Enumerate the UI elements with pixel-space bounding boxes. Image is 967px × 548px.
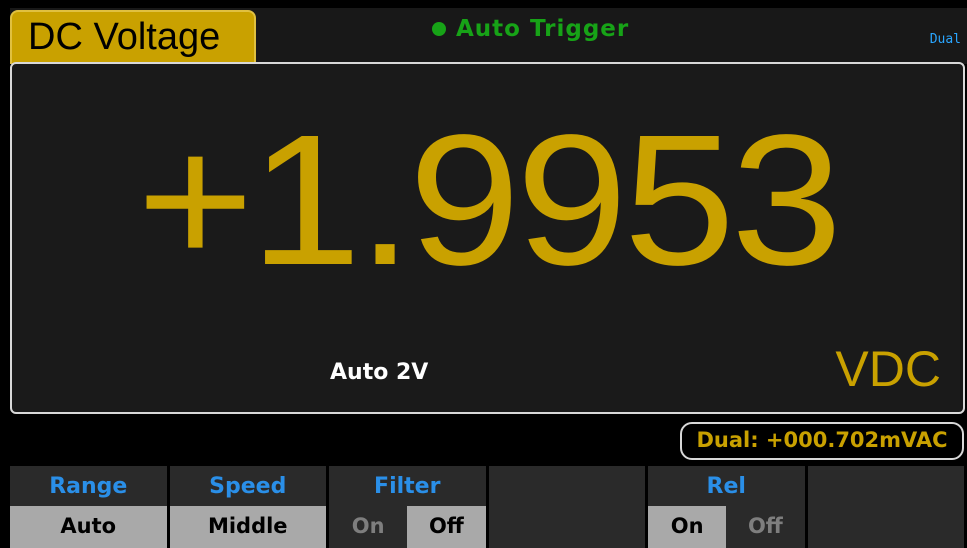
- softkey-empty-6[interactable]: [807, 466, 964, 548]
- filter-toggle[interactable]: On Off: [329, 506, 486, 548]
- softkey-rel[interactable]: Rel On Off: [648, 466, 805, 548]
- function-name: DC Voltage: [28, 16, 221, 58]
- main-display: +1.9953 Auto 2V VDC: [10, 62, 965, 414]
- multimeter-screen: DC Voltage Auto Trigger Dual +1.9953 Aut…: [0, 0, 967, 548]
- softkey-filter-label: Filter: [374, 474, 441, 499]
- measurement-function-tab: DC Voltage: [10, 10, 256, 64]
- rel-off-option[interactable]: Off: [726, 506, 805, 548]
- trigger-label: Auto Trigger: [456, 16, 630, 42]
- trigger-status: Auto Trigger: [432, 14, 629, 44]
- softkey-speed[interactable]: Speed Middle: [169, 466, 326, 548]
- softkey-range-value: Auto: [10, 506, 167, 548]
- rel-on-option[interactable]: On: [648, 506, 727, 548]
- softkey-speed-label: Speed: [209, 474, 287, 499]
- softkey-speed-value: Middle: [169, 506, 326, 548]
- primary-reading: +1.9953: [136, 97, 843, 304]
- softkey-range[interactable]: Range Auto: [10, 466, 167, 548]
- dual-readout-text: Dual: +000.702mVAC: [696, 428, 948, 452]
- rel-toggle[interactable]: On Off: [648, 506, 805, 548]
- filter-off-option[interactable]: Off: [407, 506, 486, 548]
- softkey-rel-label: Rel: [706, 474, 746, 499]
- dual-readout: Dual: +000.702mVAC: [680, 422, 964, 460]
- softkey-empty-4[interactable]: [488, 466, 645, 548]
- softkey-range-label: Range: [49, 474, 128, 499]
- dual-mode-tag: Dual: [929, 32, 961, 47]
- range-indicator: Auto 2V: [330, 360, 429, 385]
- unit-label: VDC: [835, 341, 941, 397]
- softkey-filter[interactable]: Filter On Off: [329, 466, 486, 548]
- filter-on-option[interactable]: On: [329, 506, 408, 548]
- trigger-indicator-icon: [432, 22, 446, 36]
- softkey-menu: Range Auto Speed Middle Filter On Off Re…: [10, 466, 967, 548]
